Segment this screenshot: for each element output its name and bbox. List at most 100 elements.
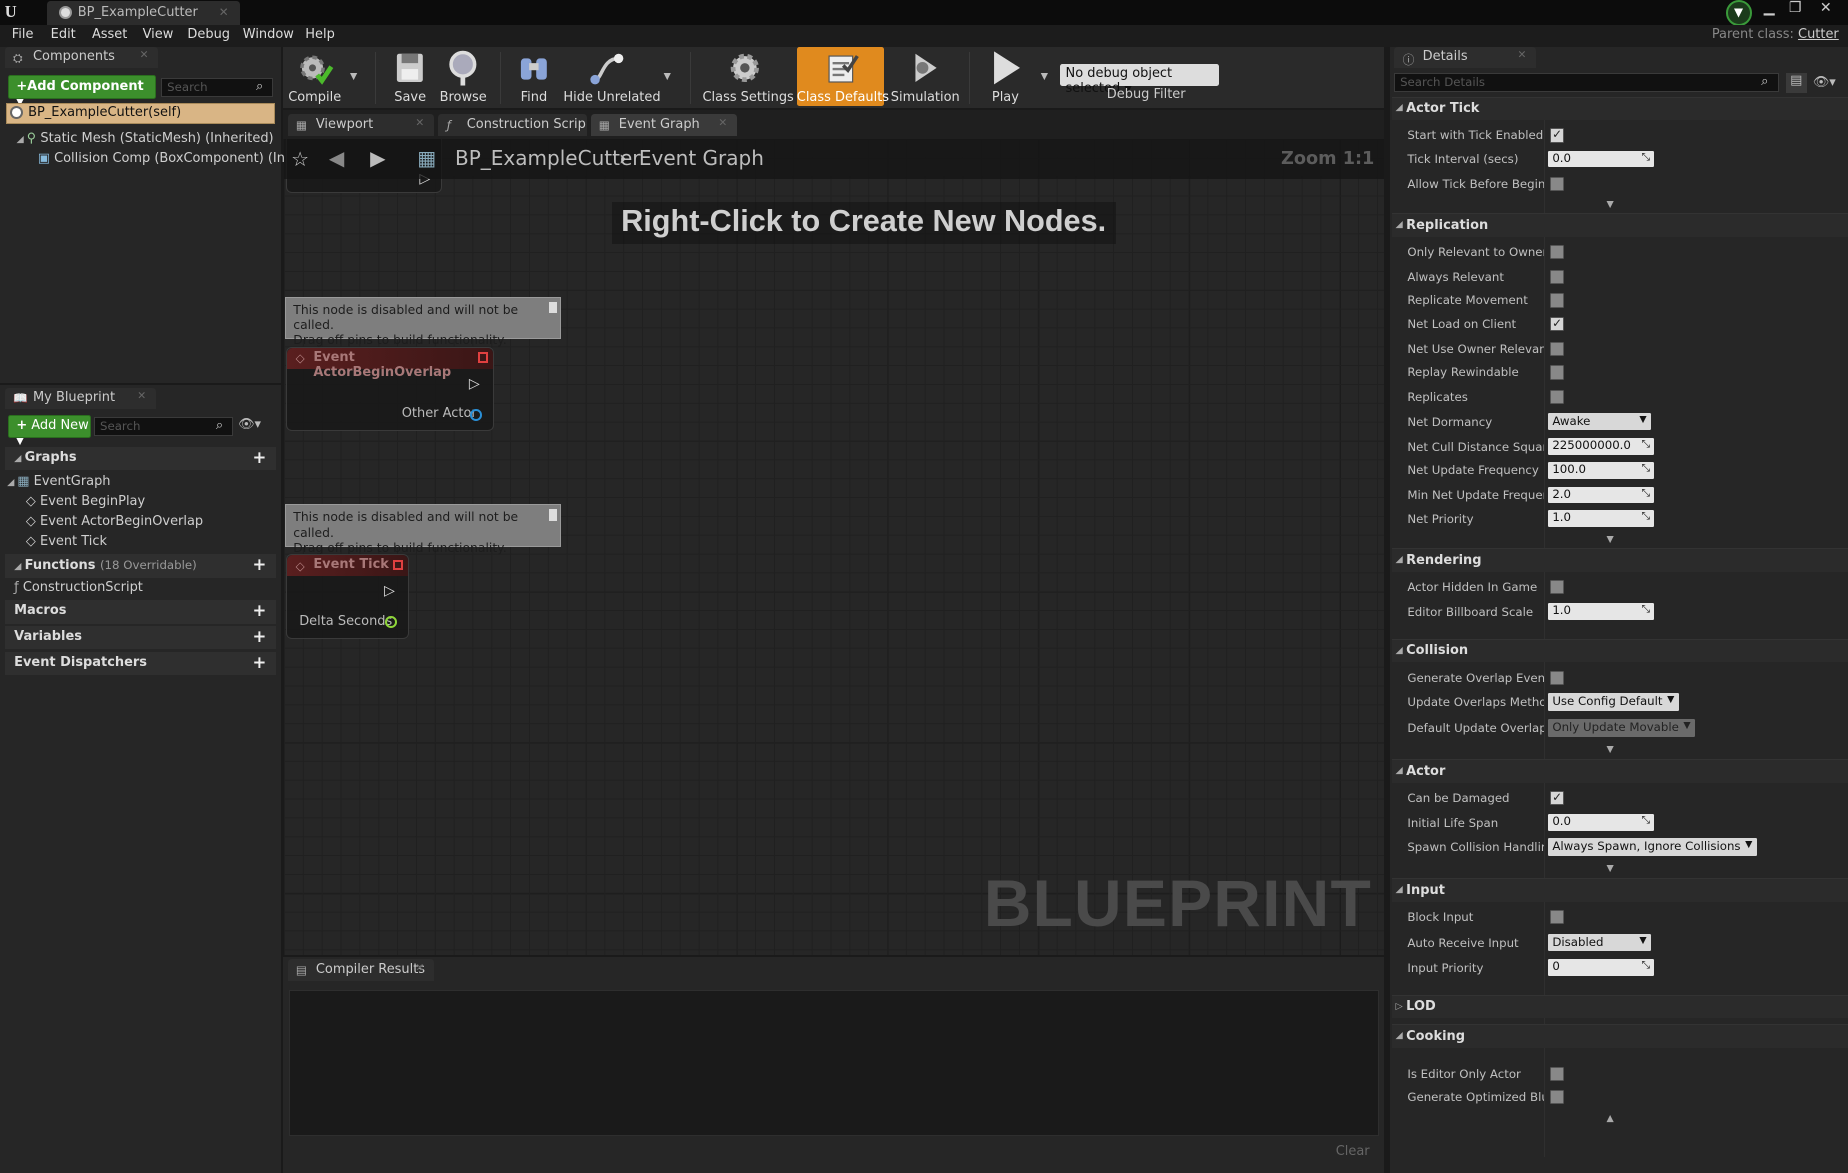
back-arrow-icon[interactable]: ◀ [329, 146, 344, 170]
add-macro-icon[interactable]: + [253, 601, 267, 620]
only-relevant-checkbox[interactable] [1549, 245, 1565, 260]
menu-edit[interactable]: Edit [51, 27, 76, 42]
add-new-button[interactable]: + Add New ▼ [8, 414, 91, 447]
advanced-expand-icon[interactable]: ▼ [1607, 744, 1614, 755]
object-pin-icon[interactable] [470, 408, 482, 421]
always-relevant-checkbox[interactable] [1549, 269, 1565, 285]
input-priority-field[interactable]: 0 ⤡ [1547, 959, 1654, 976]
event-item[interactable]: ◇ Event Tick [26, 534, 107, 549]
menu-debug[interactable]: Debug [187, 27, 230, 42]
node-event-actor-begin-overlap[interactable]: ◇ Event ActorBeginOverlap ▷ Other Actor [286, 346, 494, 432]
section-collision[interactable]: ◢ Collision [1392, 638, 1848, 663]
menu-help[interactable]: Help [305, 27, 335, 42]
breadcrumb-root[interactable]: BP_ExampleCutter [455, 146, 641, 170]
update-overlaps-select[interactable]: Use Config Default ▼ [1547, 693, 1680, 711]
event-item[interactable]: ◇ Event ActorBeginOverlap [26, 514, 203, 529]
debug-object-select[interactable]: No debug object selected ▼ [1059, 63, 1219, 96]
add-dispatcher-icon[interactable]: + [253, 653, 267, 672]
document-tab[interactable]: BP_ExampleCutter ✕ [47, 1, 241, 25]
add-variable-icon[interactable]: + [253, 627, 267, 646]
graph-item-eventgraph[interactable]: ◢ ▦ EventGraph [7, 474, 110, 489]
compile-button[interactable]: Compile [285, 47, 344, 106]
source-control-icon[interactable]: ▼ [1725, 0, 1752, 26]
auto-receive-input-select[interactable]: Disabled ▼ [1547, 933, 1652, 952]
hide-unrelated-button[interactable]: Hide Unrelated [563, 47, 661, 106]
section-input[interactable]: ◢ Input [1392, 878, 1848, 902]
net-load-checkbox[interactable]: ✓ [1549, 317, 1565, 332]
hide-unrelated-caret-icon[interactable]: ▼ [664, 71, 671, 82]
tab-construction-script[interactable]: ƒ Construction Scrip [438, 114, 587, 136]
minimize-icon[interactable]: ▁ [1759, 0, 1780, 17]
close-panel-icon[interactable]: ✕ [140, 49, 149, 61]
net-owner-relevancy-checkbox[interactable] [1549, 341, 1565, 356]
float-pin-icon[interactable] [385, 616, 398, 629]
class-settings-button[interactable]: Class Settings [702, 47, 794, 106]
pin-icon[interactable] [549, 301, 557, 314]
generate-optimized-checkbox[interactable] [1549, 1090, 1565, 1105]
dispatchers-section[interactable]: Event Dispatchers + [4, 651, 276, 676]
generate-overlap-checkbox[interactable] [1549, 670, 1565, 685]
advanced-expand-icon[interactable]: ▼ [1607, 863, 1614, 874]
graphs-section[interactable]: ◢ Graphs + [4, 446, 276, 471]
compile-options-caret-icon[interactable]: ▼ [350, 71, 357, 82]
property-matrix-icon[interactable]: ▤ [1785, 73, 1807, 94]
section-replication[interactable]: ◢ Replication [1392, 213, 1848, 237]
details-search-input[interactable]: Search Details ⌕ [1394, 73, 1779, 92]
close-tab-icon[interactable]: ✕ [718, 117, 727, 129]
components-search-input[interactable]: Search ⌕ [161, 77, 274, 97]
section-actor[interactable]: ◢ Actor [1392, 759, 1848, 783]
menu-view[interactable]: View [143, 27, 174, 42]
add-graph-icon[interactable]: + [253, 448, 267, 467]
variables-section[interactable]: Variables + [4, 625, 276, 650]
component-collision[interactable]: ▣ Collision Comp (BoxComponent) (Inherit [38, 151, 315, 166]
functions-section[interactable]: ◢ Functions (18 Overridable) + [4, 553, 276, 578]
tab-event-graph[interactable]: ▦ Event Graph ✕ [590, 114, 737, 136]
browse-button[interactable]: Browse [436, 47, 490, 106]
editor-only-checkbox[interactable] [1549, 1066, 1565, 1081]
menu-window[interactable]: Window [243, 27, 294, 42]
class-defaults-button[interactable]: Class Defaults [796, 47, 889, 107]
replay-rewindable-checkbox[interactable] [1549, 365, 1565, 380]
replicates-checkbox[interactable] [1549, 390, 1565, 405]
component-self-row[interactable]: BP_ExampleCutter(self) [5, 102, 275, 124]
replicate-movement-checkbox[interactable] [1549, 293, 1565, 308]
close-tab-icon[interactable]: ✕ [415, 117, 424, 129]
component-static-mesh[interactable]: ◢ ⚲ Static Mesh (StaticMesh) (Inherited) [17, 131, 274, 146]
close-panel-icon[interactable]: ✕ [1518, 49, 1527, 61]
section-rendering[interactable]: ◢ Rendering [1392, 548, 1848, 572]
section-actor-tick[interactable]: ◢ Actor Tick [1392, 96, 1848, 121]
play-button[interactable]: Play [978, 47, 1032, 106]
event-item[interactable]: ◇ Event BeginPlay [26, 494, 145, 509]
net-priority-field[interactable]: 1.0 ⤡ [1547, 510, 1654, 527]
billboard-scale-field[interactable]: 1.0 ⤡ [1547, 603, 1654, 620]
tab-compiler-results[interactable]: ▤ Compiler Results ✕ [287, 959, 434, 981]
event-graph-canvas[interactable]: ▷ ☆ ◀ ▶ ▦ BP_ExampleCutter › Event Graph… [284, 139, 1384, 955]
net-dormancy-select[interactable]: Awake ▼ [1547, 412, 1652, 431]
close-tab-icon[interactable]: ✕ [219, 5, 229, 19]
delegate-pin-icon[interactable] [477, 352, 489, 363]
forward-arrow-icon[interactable]: ▶ [370, 146, 385, 170]
simulation-button[interactable]: Simulation [890, 47, 961, 106]
section-cooking[interactable]: ◢ Cooking [1392, 1024, 1848, 1048]
advanced-expand-icon[interactable]: ▼ [1607, 534, 1614, 545]
exec-out-pin-icon[interactable]: ▷ [469, 376, 480, 392]
spawn-collision-select[interactable]: Always Spawn, Ignore Collisions ▼ [1547, 838, 1758, 856]
tab-my-blueprint[interactable]: 📖 My Blueprint ✕ [4, 387, 156, 409]
close-panel-icon[interactable]: ✕ [137, 390, 146, 402]
allow-tick-checkbox[interactable] [1549, 176, 1565, 191]
tab-components[interactable]: ⛭ Components ✕ [4, 47, 158, 69]
node-event-tick[interactable]: ◇ Event Tick ▷ Delta Seconds [286, 553, 409, 639]
close-window-icon[interactable]: ✕ [1815, 0, 1836, 17]
delegate-pin-icon[interactable] [392, 559, 404, 571]
macros-section[interactable]: Macros + [4, 599, 276, 624]
find-button[interactable]: Find [512, 47, 557, 106]
tab-details[interactable]: ⓘ Details ✕ [1394, 47, 1536, 69]
menu-file[interactable]: File [12, 27, 34, 42]
view-options-icon[interactable]: 👁▾ [238, 417, 261, 432]
advanced-expand-icon[interactable]: ▼ [1607, 199, 1614, 210]
hidden-in-game-checkbox[interactable] [1549, 579, 1565, 595]
min-net-update-field[interactable]: 2.0 ⤡ [1547, 486, 1654, 504]
block-input-checkbox[interactable] [1549, 909, 1565, 925]
tick-interval-field[interactable]: 0.0 ⤡ [1547, 150, 1654, 168]
parent-class-link[interactable]: Cutter [1798, 27, 1839, 42]
